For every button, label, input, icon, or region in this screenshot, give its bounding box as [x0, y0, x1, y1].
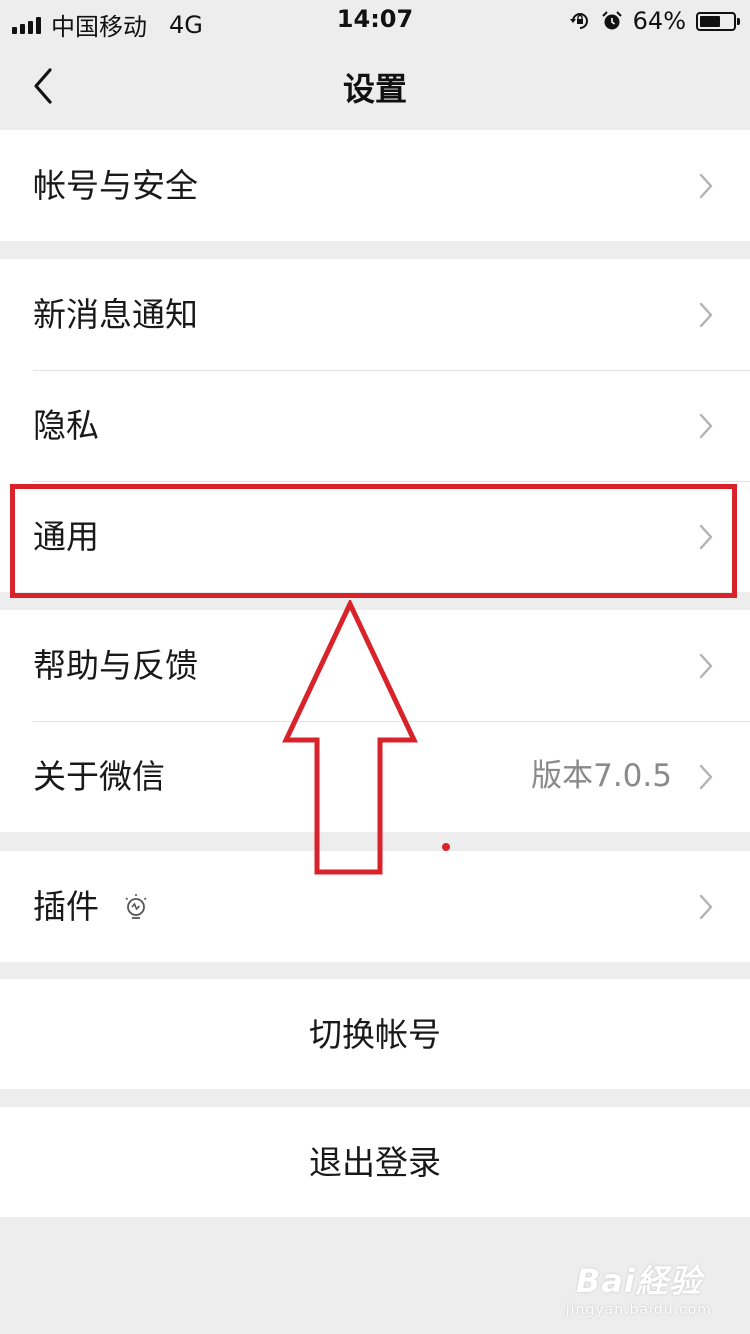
account-group: 帐号与安全 [0, 130, 750, 241]
status-bar: 中国移动 4G 14:07 64% [0, 0, 750, 41]
version-value: 版本7.0.5 [531, 758, 672, 794]
watermark: Bai経验 jingyan.baidu.com [566, 1256, 712, 1318]
battery-percent: 64% [632, 7, 686, 35]
status-bar-right: 64% [569, 7, 740, 35]
chevron-right-icon [699, 413, 713, 439]
settings-item-notifications[interactable]: 新消息通知 [0, 259, 750, 370]
chevron-right-icon [699, 894, 713, 920]
watermark-logo: Bai経验 [575, 1262, 702, 1300]
settings-item-label: 帮助与反馈 [33, 646, 198, 685]
settings-item-account-security[interactable]: 帐号与安全 [0, 130, 750, 241]
settings-item-label: 帐号与安全 [33, 166, 198, 205]
settings-item-label: 新消息通知 [33, 295, 198, 334]
navigation-bar: 设置 [0, 40, 750, 130]
watermark-url: jingyan.baidu.com [565, 1302, 712, 1318]
chevron-right-icon [699, 653, 713, 679]
logout-button[interactable]: 退出登录 [0, 1107, 750, 1218]
switch-account-group: 切换帐号 [0, 979, 750, 1089]
page-title: 设置 [342, 70, 407, 108]
highlight-box [10, 484, 737, 598]
settings-item-label: 插件 [33, 887, 99, 926]
settings-item-label: 隐私 [33, 406, 99, 445]
chevron-right-icon [699, 173, 713, 199]
battery-icon [696, 11, 740, 31]
lightbulb-icon [125, 894, 147, 919]
up-arrow-annotation-icon [282, 600, 418, 875]
switch-account-button[interactable]: 切换帐号 [0, 979, 750, 1090]
red-dot-annotation [442, 843, 450, 851]
chevron-right-icon [699, 764, 713, 790]
rotation-lock-icon [569, 13, 588, 29]
alarm-icon [601, 11, 622, 30]
logout-group: 退出登录 [0, 1107, 750, 1217]
chevron-right-icon [699, 302, 713, 328]
battery-fill [700, 15, 720, 27]
settings-item-privacy[interactable]: 隐私 [0, 370, 750, 481]
settings-item-label: 关于微信 [33, 757, 165, 796]
